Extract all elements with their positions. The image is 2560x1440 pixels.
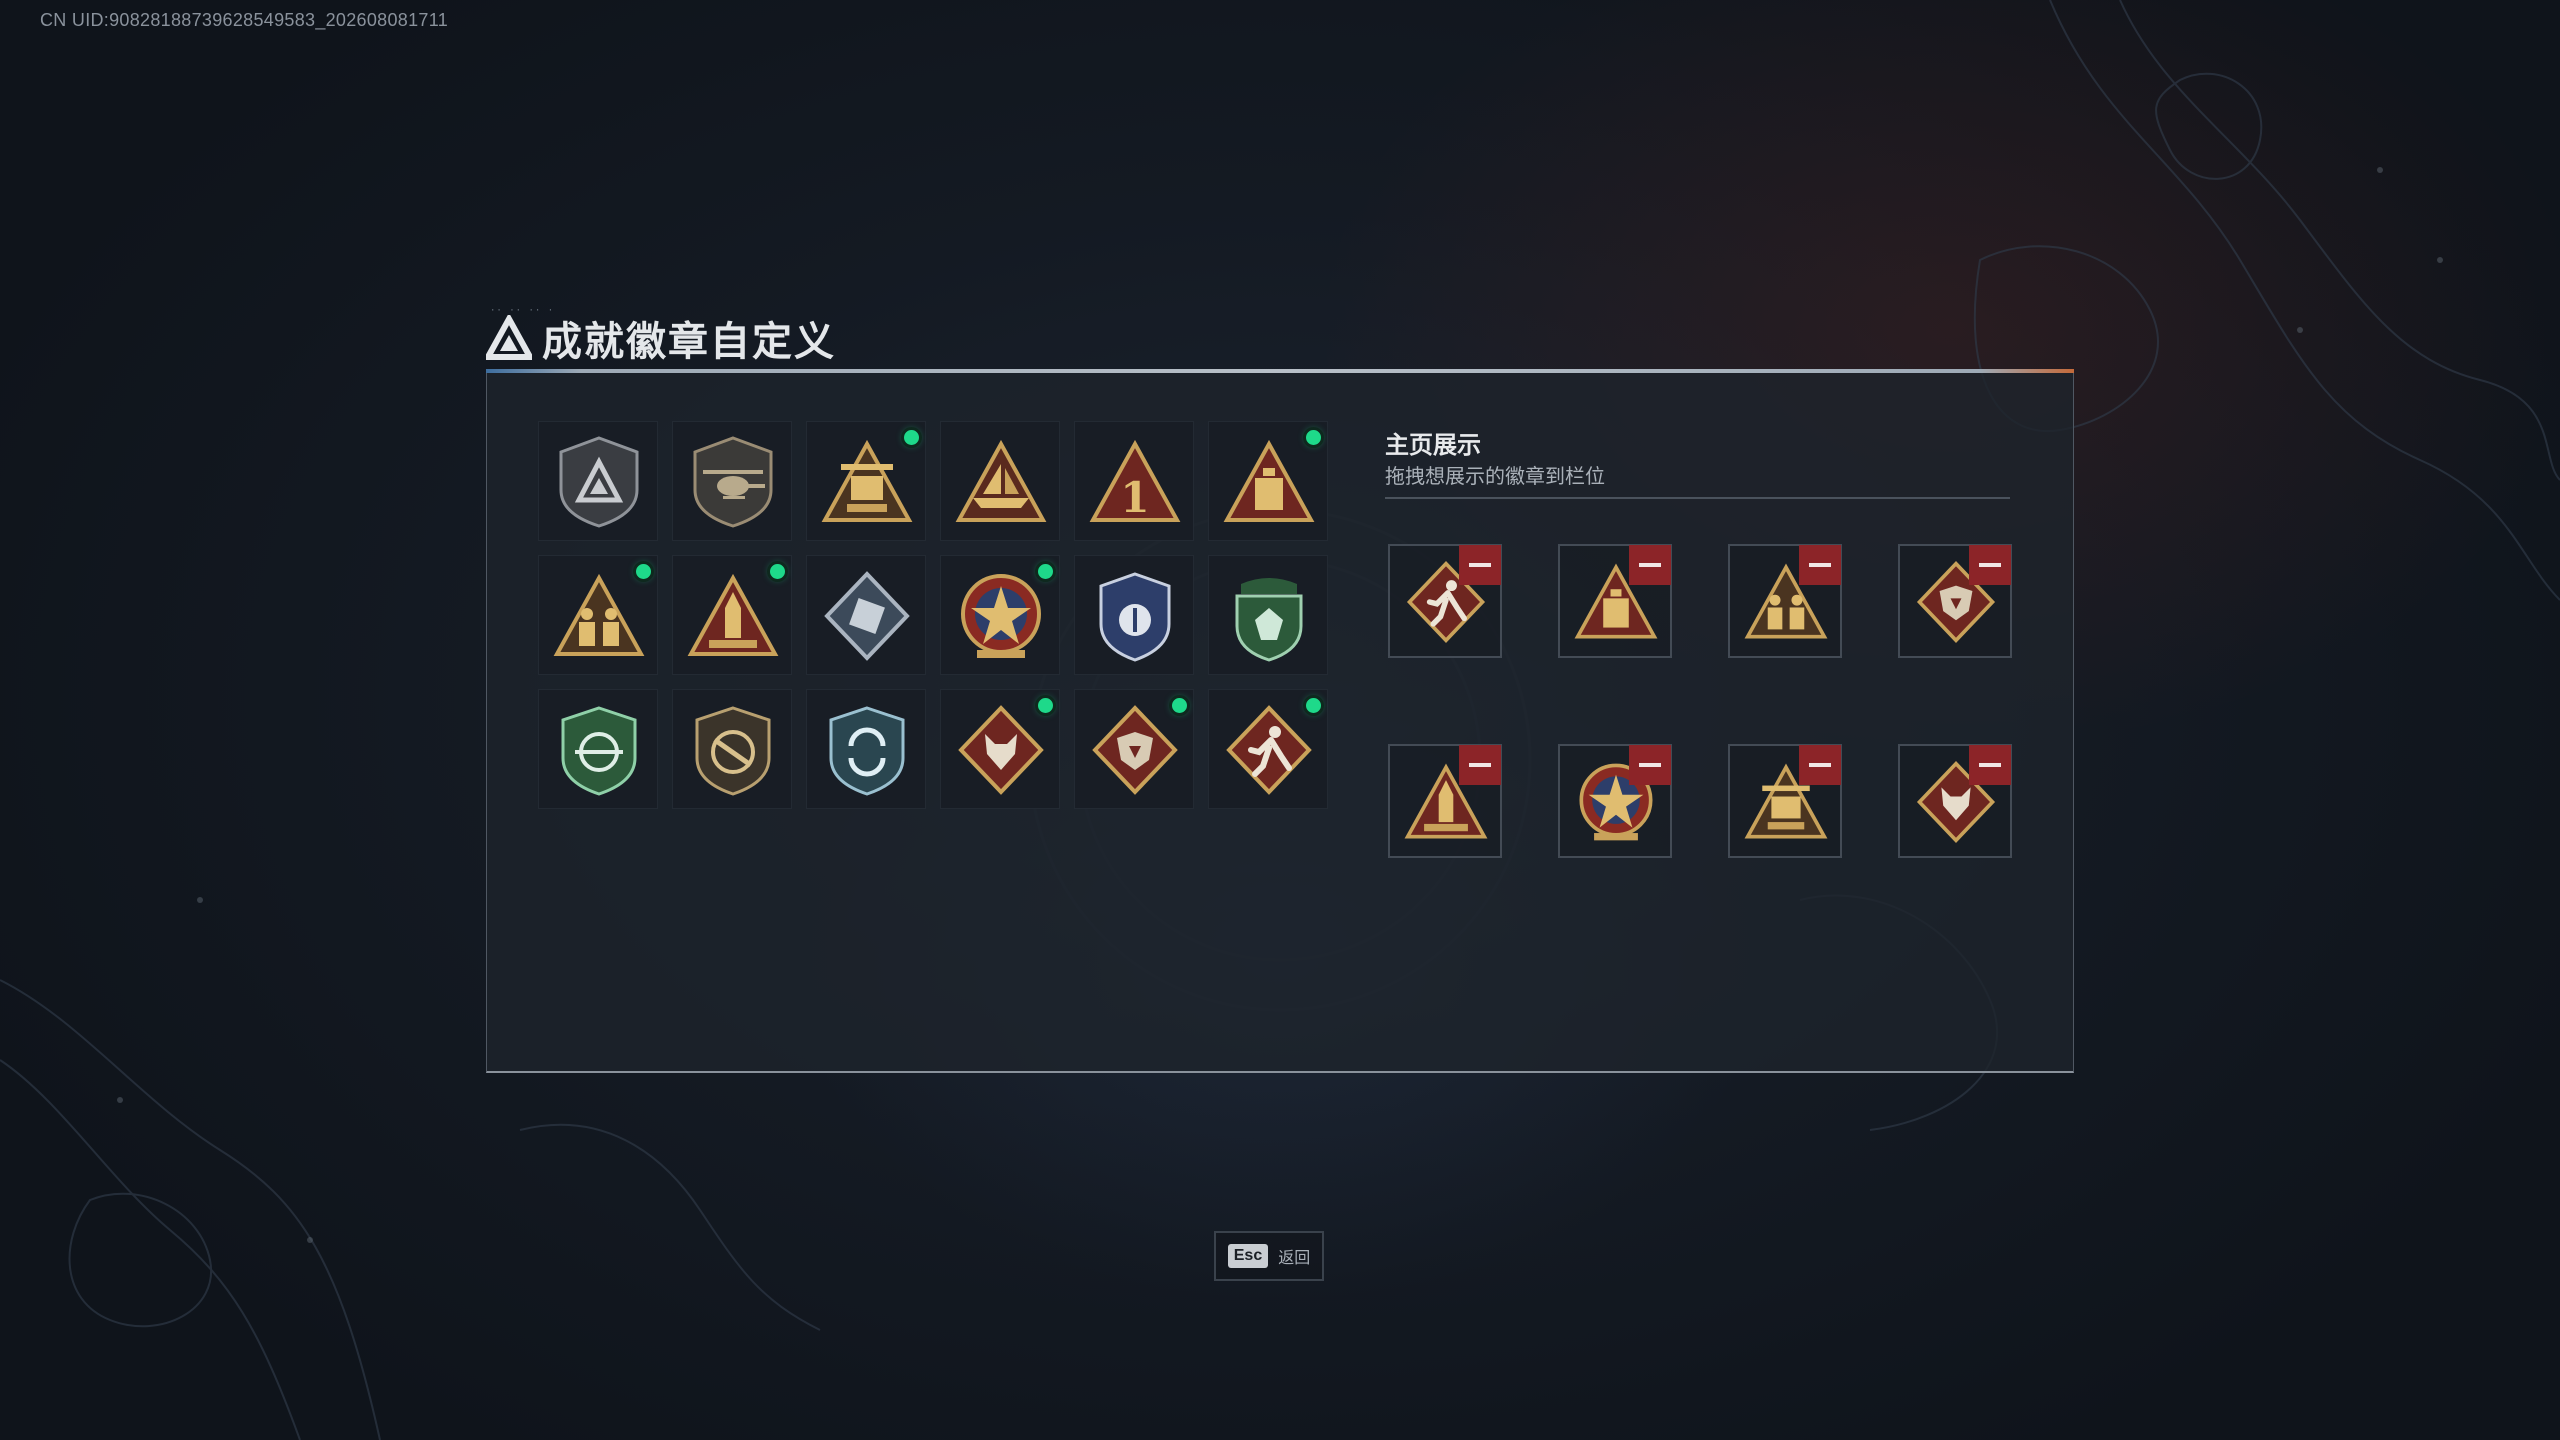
new-indicator bbox=[1038, 698, 1053, 713]
new-indicator bbox=[1038, 564, 1053, 579]
badge-cell[interactable] bbox=[940, 689, 1060, 809]
remove-badge-button[interactable] bbox=[1969, 745, 2011, 785]
badge-cell[interactable] bbox=[1208, 421, 1328, 541]
showcase-slot[interactable] bbox=[1558, 544, 1672, 658]
box-triangle-icon bbox=[1223, 439, 1315, 522]
green-crosshair-shield-icon bbox=[561, 706, 637, 796]
badge-cell[interactable] bbox=[538, 421, 658, 541]
title-decoration: ·· ·· ·· · bbox=[490, 306, 555, 316]
armor-diamond-icon bbox=[824, 571, 910, 661]
badge-cell[interactable] bbox=[538, 555, 658, 675]
ship-triangle-icon bbox=[955, 439, 1047, 522]
badge-collection-grid: 1 bbox=[538, 421, 1328, 809]
new-indicator bbox=[1172, 698, 1187, 713]
remove-badge-button[interactable] bbox=[1799, 545, 1841, 585]
new-indicator bbox=[1306, 430, 1321, 445]
recycle-shield-icon bbox=[829, 706, 905, 796]
badge-cell[interactable] bbox=[672, 555, 792, 675]
minus-icon bbox=[1639, 563, 1661, 567]
turret-triangle-icon bbox=[821, 439, 913, 522]
svg-text:1: 1 bbox=[1120, 473, 1149, 522]
showcase-slot[interactable] bbox=[1898, 744, 2012, 858]
badge-cell[interactable] bbox=[672, 421, 792, 541]
showcase-slot[interactable] bbox=[1558, 744, 1672, 858]
badge-cell[interactable] bbox=[1208, 555, 1328, 675]
remove-badge-button[interactable] bbox=[1629, 545, 1671, 585]
minus-icon bbox=[1809, 763, 1831, 767]
new-indicator bbox=[636, 564, 651, 579]
minus-icon bbox=[1469, 563, 1491, 567]
number-one-triangle-icon: 1 bbox=[1089, 439, 1181, 522]
showcase-slot[interactable] bbox=[1388, 744, 1502, 858]
uid-text: CN UID:90828188739628549583_202608081711 bbox=[40, 10, 449, 30]
minus-icon bbox=[1979, 563, 2001, 567]
remove-badge-button[interactable] bbox=[1629, 745, 1671, 785]
badge-cell[interactable] bbox=[1208, 689, 1328, 809]
badge-cell[interactable] bbox=[940, 555, 1060, 675]
remove-badge-button[interactable] bbox=[1799, 745, 1841, 785]
runner-diamond-icon bbox=[1226, 705, 1312, 795]
badge-cell[interactable] bbox=[806, 689, 926, 809]
star-emblem-icon bbox=[961, 574, 1041, 658]
green-beret-shield-icon bbox=[1235, 578, 1303, 662]
rocket-triangle-icon bbox=[687, 573, 779, 656]
badge-cell[interactable] bbox=[538, 689, 658, 809]
showcase-slot[interactable] bbox=[1728, 744, 1842, 858]
back-label: 返回 bbox=[1278, 1250, 1311, 1267]
badge-cell[interactable] bbox=[672, 689, 792, 809]
showcase-slot[interactable] bbox=[1388, 544, 1502, 658]
esc-key-icon: Esc bbox=[1227, 1244, 1269, 1268]
police-shield-icon bbox=[1099, 572, 1171, 662]
showcase-divider bbox=[1385, 497, 2010, 499]
badge-cell[interactable] bbox=[806, 421, 926, 541]
remove-badge-button[interactable] bbox=[1459, 545, 1501, 585]
crossed-guns-shield-icon bbox=[695, 706, 771, 796]
badge-cell[interactable] bbox=[1074, 689, 1194, 809]
minus-icon bbox=[1639, 763, 1661, 767]
badge-cell[interactable] bbox=[806, 555, 926, 675]
badge-cell[interactable] bbox=[940, 421, 1060, 541]
remove-badge-button[interactable] bbox=[1969, 545, 2011, 585]
shield-delta-icon bbox=[559, 436, 639, 528]
helicopter-shield-icon bbox=[693, 436, 773, 528]
minus-icon bbox=[1979, 763, 2001, 767]
showcase-slot[interactable] bbox=[1898, 544, 2012, 658]
showcase-subtitle: 拖拽想展示的徽章到栏位 bbox=[1385, 466, 1605, 488]
soldiers-triangle-icon bbox=[553, 573, 645, 656]
minus-icon bbox=[1809, 563, 1831, 567]
minus-icon bbox=[1469, 763, 1491, 767]
showcase-slot[interactable] bbox=[1728, 544, 1842, 658]
new-indicator bbox=[1306, 698, 1321, 713]
badge-cell[interactable] bbox=[1074, 555, 1194, 675]
showcase-title: 主页展示 bbox=[1385, 432, 1481, 459]
page-header: ·· ·· ·· · 成就徽章自定义 bbox=[486, 306, 836, 368]
new-indicator bbox=[770, 564, 785, 579]
remove-badge-button[interactable] bbox=[1459, 745, 1501, 785]
new-indicator bbox=[904, 430, 919, 445]
showcase-slot-grid bbox=[1388, 544, 2012, 858]
badge-cell[interactable]: 1 bbox=[1074, 421, 1194, 541]
delta-logo-icon bbox=[486, 315, 532, 360]
page-title: 成就徽章自定义 bbox=[542, 320, 836, 364]
wolf-diamond-icon bbox=[958, 705, 1044, 795]
back-button[interactable]: Esc 返回 bbox=[1214, 1231, 1324, 1281]
dragon-diamond-icon bbox=[1092, 705, 1178, 795]
